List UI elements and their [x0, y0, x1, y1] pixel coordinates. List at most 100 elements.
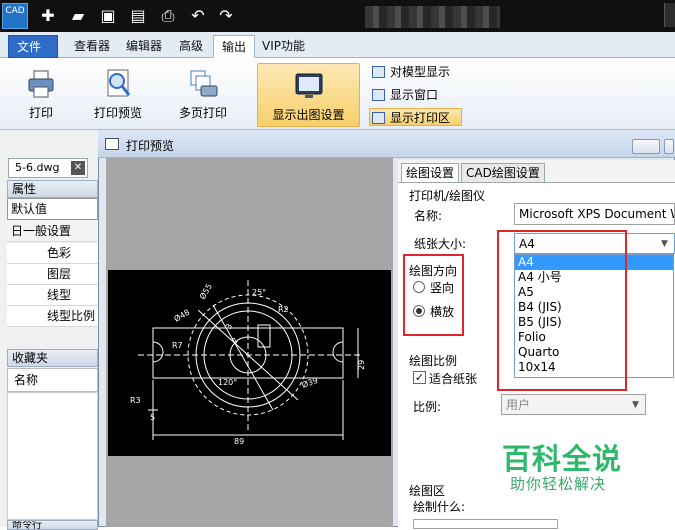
save-as-icon[interactable]: ▤ — [128, 6, 148, 26]
show-window-icon — [372, 89, 385, 101]
model-display-button[interactable]: 对模型显示 — [370, 63, 460, 81]
printer-icon — [28, 70, 54, 98]
show-window-label: 显示窗口 — [390, 88, 439, 102]
chevron-down-icon: ▼ — [661, 239, 668, 249]
paper-size-label: 纸张大小: — [414, 237, 467, 251]
fit-paper-label: 适合纸张 — [429, 372, 478, 386]
tab-viewer[interactable]: 查看器 — [66, 35, 118, 58]
open-folder-icon[interactable]: ▰ — [68, 6, 88, 26]
dim-text: Ø39 — [300, 375, 319, 390]
area-group-label: 绘图区 — [409, 484, 446, 498]
dim-text: R2 — [278, 305, 289, 314]
scale-select[interactable]: 用户 ▼ — [501, 394, 646, 415]
dialog-title-bar: 打印预览 — [98, 130, 675, 158]
minimize-button[interactable] — [632, 139, 660, 154]
dim-text: 29 — [357, 360, 366, 370]
tab-advanced[interactable]: 高级 — [171, 35, 211, 58]
slot-right — [332, 341, 344, 363]
save-icon[interactable]: ▣ — [98, 6, 118, 26]
tab-editor[interactable]: 编辑器 — [118, 35, 170, 58]
maximize-button[interactable] — [664, 139, 674, 154]
multi-print-label: 多页打印 — [178, 106, 227, 120]
file-tab-label: 5-6.dwg — [15, 161, 60, 174]
cad-drawing: Ø55 25° Ø48 R2 R7 120° Ø39 29 R3 5 89 3 … — [130, 280, 366, 446]
chevron-down-icon: ▼ — [632, 400, 639, 410]
favorites-header: 收藏夹 — [7, 349, 98, 367]
model-display-label: 对模型显示 — [390, 65, 451, 79]
show-print-area-button[interactable]: 显示打印区 — [369, 108, 462, 126]
undo-icon[interactable]: ↶ — [188, 6, 208, 26]
close-icon[interactable]: ✕ — [71, 161, 85, 175]
fit-paper-checkbox[interactable]: ✓ — [413, 371, 426, 384]
property-row[interactable]: 图层 — [7, 264, 98, 285]
dim-text: Ø55 — [197, 282, 214, 301]
property-row[interactable]: 线型比例 — [7, 306, 98, 327]
dim-text: R3 — [130, 396, 141, 405]
printer-icon[interactable]: ⎙ — [158, 6, 178, 26]
tab-vip[interactable]: VIP功能 — [254, 35, 313, 58]
ribbon-tab-bar: 文件 查看器 编辑器 高级 输出 VIP功能 — [0, 32, 675, 58]
name-column-header: 名称 — [7, 368, 98, 392]
scale-group-label: 绘图比例 — [409, 354, 458, 368]
multi-page-print-icon — [190, 70, 218, 97]
property-row[interactable]: 线型 — [7, 285, 98, 306]
print-label: 打印 — [28, 106, 53, 120]
favorites-list — [7, 392, 98, 520]
dim-text: 2 — [230, 336, 240, 345]
redo-icon[interactable]: ↷ — [216, 6, 236, 26]
monitor-icon — [295, 73, 322, 98]
window-control-button[interactable] — [664, 3, 675, 27]
app-logo-icon: CAD — [2, 3, 28, 29]
property-row[interactable]: 色彩 — [7, 243, 98, 264]
tab-cad-plot-settings[interactable]: CAD绘图设置 — [461, 163, 545, 183]
show-print-area-label: 显示打印区 — [390, 111, 451, 125]
leader-line — [212, 304, 274, 411]
printer-select-value: Microsoft XPS Document Writer — [519, 207, 674, 221]
file-tab[interactable]: 5-6.dwg ✕ — [8, 158, 88, 178]
dialog-icon — [105, 138, 119, 150]
app-logo-text: CAD — [5, 6, 25, 16]
show-window-button[interactable]: 显示窗口 — [370, 86, 460, 104]
dim-text: 5 — [150, 413, 155, 422]
general-settings-row[interactable]: 日一般设置 — [7, 221, 98, 242]
dialog-title: 打印预览 — [126, 139, 175, 153]
new-file-icon[interactable]: ✚ — [38, 6, 58, 26]
model-display-icon — [372, 66, 385, 78]
draw-what-select[interactable] — [413, 519, 558, 529]
print-area-icon — [372, 112, 385, 124]
tab-output[interactable]: 输出 — [213, 35, 256, 58]
blurred-title — [365, 6, 500, 28]
print-preview-label: 打印预览 — [93, 106, 142, 120]
magnifier-icon — [107, 69, 131, 97]
tab-file[interactable]: 文件 — [8, 35, 58, 58]
scale-label: 比例: — [413, 400, 442, 414]
default-value-combo[interactable]: 默认值 — [7, 198, 98, 220]
scale-value: 用户 — [506, 398, 531, 412]
cad-drawing-preview[interactable]: Ø55 25° Ø48 R2 R7 120° Ø39 29 R3 5 89 3 … — [108, 270, 391, 456]
print-button[interactable]: 打印 — [18, 68, 64, 126]
slot-left — [152, 341, 164, 363]
dim-text: R7 — [172, 341, 183, 350]
dim-text: 3 — [224, 322, 234, 331]
show-output-label: 显示出图设置 — [272, 108, 345, 122]
print-preview-button[interactable]: 打印预览 — [88, 68, 148, 126]
dim-text: 120° — [218, 378, 237, 387]
watermark-subtitle: 助你轻松解决 — [510, 475, 607, 493]
name-label: 名称: — [414, 209, 443, 223]
printer-select[interactable]: Microsoft XPS Document Writer — [514, 203, 675, 225]
properties-header: 属性 — [7, 180, 98, 198]
watermark-title: 百科全说 — [502, 442, 623, 476]
dim-text: 89 — [234, 437, 244, 446]
multi-print-button[interactable]: 多页打印 — [175, 68, 231, 126]
ribbon-panel: 打印 打印预览 多页打印 显示出图设置 对模型显示 显示窗口 显示打印区 — [0, 58, 675, 130]
show-output-settings-button[interactable]: 显示出图设置 — [257, 63, 360, 127]
title-bar: CAD ✚ ▰ ▣ ▤ ⎙ ↶ ↷ — [0, 0, 675, 32]
command-line-header: 命令行 — [7, 520, 98, 530]
draw-what-label: 绘制什么: — [413, 500, 466, 514]
paper-size-highlight — [497, 230, 627, 391]
dim-text: Ø48 — [172, 307, 191, 324]
printer-group-label: 打印机/绘图仪 — [409, 189, 486, 203]
tab-plot-settings[interactable]: 绘图设置 — [401, 163, 460, 183]
orientation-highlight — [403, 254, 464, 336]
dim-text: 25° — [252, 288, 266, 297]
